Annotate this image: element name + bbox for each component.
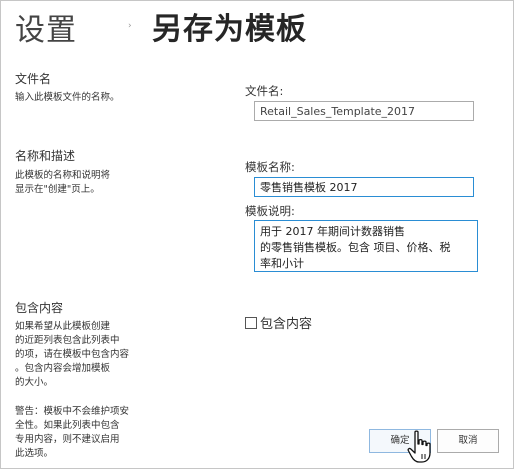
textarea-line: 率和小计 — [260, 257, 304, 270]
page-title: 另存为模板 — [152, 12, 307, 47]
warning-line: 全性。如果此列表中包含 — [15, 420, 120, 431]
section-title-file-name: 文件名 — [15, 72, 52, 86]
warning-line: 专用内容，则不建议启用 — [15, 434, 120, 445]
dialog-frame: 设置 › 另存为模板 文件名 输入此模板文件的名称。 文件名: Retail_S… — [0, 0, 514, 469]
warning-line: 警告：模板中不会维护项安 — [15, 406, 130, 417]
desc-line: 的近距列表包含此列表中 — [15, 335, 120, 346]
desc-line: 输入此模板文件的名称。 — [15, 92, 120, 103]
desc-line: 的大小。 — [15, 377, 54, 388]
breadcrumb-separator-icon: › — [128, 21, 132, 31]
desc-line: 。包含内容会增加模板 — [15, 363, 111, 374]
include-content-label[interactable]: 包含内容 — [260, 313, 312, 332]
include-content-checkbox[interactable] — [245, 316, 257, 329]
section-title-include-content: 包含内容 — [15, 301, 64, 315]
template-desc-textarea[interactable]: 用于 2017 年期间计数器销售 的零售销售模板。包含 项目、价格、税 率和小计 — [254, 220, 478, 272]
cancel-button[interactable]: 取消 — [437, 429, 499, 453]
breadcrumb-settings[interactable]: 设置 — [15, 5, 77, 49]
textarea-line: 的零售销售模板。包含 项目、价格、税 — [260, 241, 451, 254]
section-warning-include-content: 警告：模板中不会维护项安 全性。如果此列表中包含 专用内容，则不建议启用 此选项… — [15, 405, 129, 461]
file-name-label: 文件名: — [245, 84, 284, 98]
file-name-input[interactable]: Retail_Sales_Template_2017 — [254, 101, 474, 121]
template-name-input[interactable]: 零售销售模板 2017 — [254, 177, 474, 197]
section-desc-include-content: 如果希望从此模板创建 的近距列表包含此列表中 的项，请在模板中包含内容 。包含内… — [15, 320, 129, 390]
desc-line: 如果希望从此模板创建 — [15, 321, 111, 332]
warning-line: 此选项。 — [15, 448, 54, 459]
include-content-option[interactable]: 包含内容 — [245, 313, 312, 332]
desc-line: 显示在"创建"页上。 — [15, 184, 100, 195]
desc-line: 的项，请在模板中包含内容 — [15, 349, 130, 360]
section-desc-file-name: 输入此模板文件的名称。 — [15, 91, 120, 105]
hand-cursor-icon — [407, 430, 431, 463]
template-name-label: 模板名称: — [245, 160, 295, 174]
textarea-line: 用于 2017 年期间计数器销售 — [260, 225, 405, 238]
section-desc-name-desc: 此模板的名称和说明将 显示在"创建"页上。 — [15, 169, 110, 197]
section-title-name-desc: 名称和描述 — [15, 149, 76, 163]
template-desc-label: 模板说明: — [245, 204, 295, 218]
desc-line: 此模板的名称和说明将 — [15, 170, 111, 181]
